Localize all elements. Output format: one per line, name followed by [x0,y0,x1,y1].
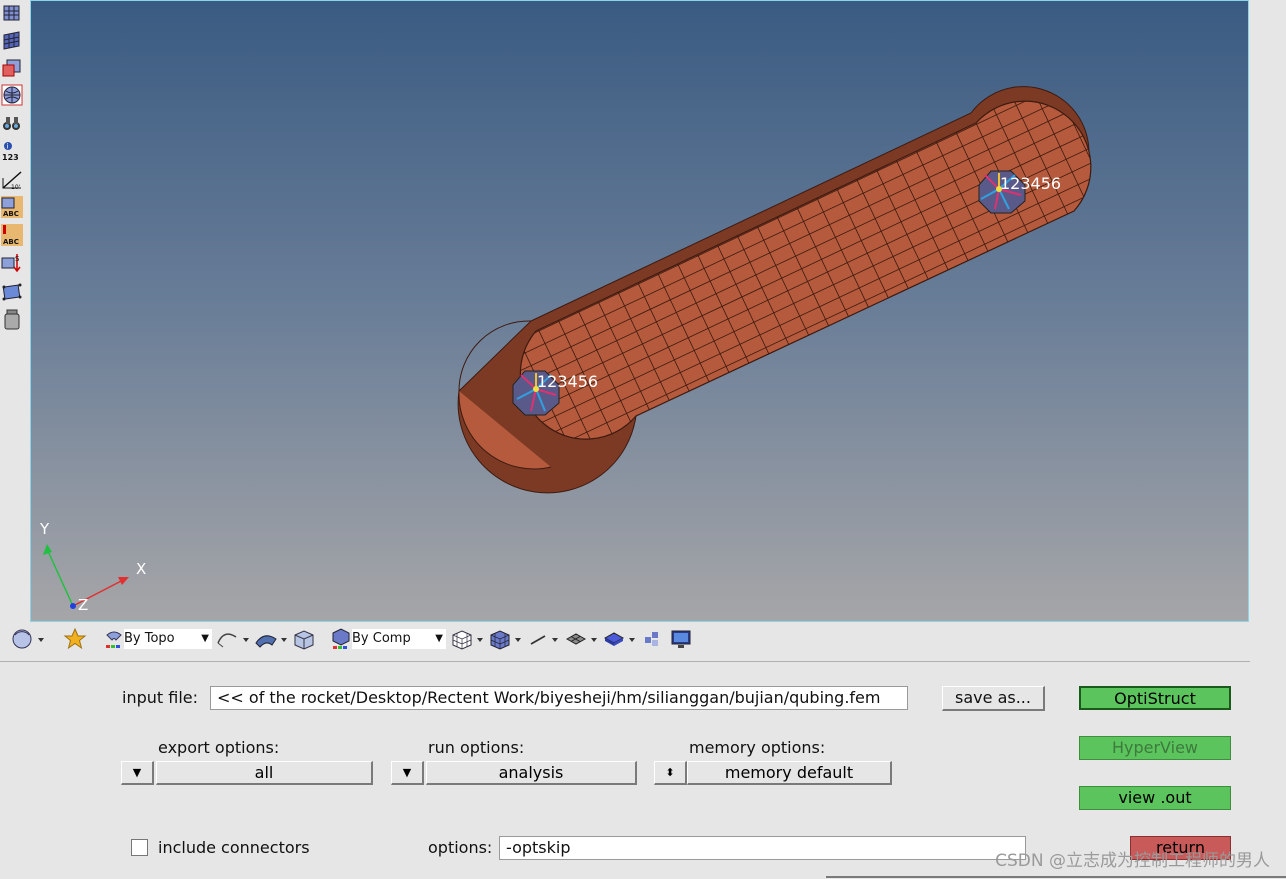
2d-element-icon[interactable] [564,627,602,651]
monitor-icon[interactable] [670,627,692,651]
solid-cube-icon[interactable] [292,627,316,651]
memory-options-label: memory options: [689,738,826,757]
svg-text:10': 10' [11,184,21,190]
mesh-grid-alt-icon[interactable] [1,29,23,51]
dropdown-arrow-icon: ▼ [201,633,209,644]
3d-element-icon[interactable] [602,627,640,651]
comp-color-icon [332,628,350,649]
memory-options-toggle[interactable]: ⬍ [654,761,687,785]
dropdown-arrow-icon: ▼ [435,633,443,644]
shaded-mesh-cube-icon[interactable] [488,627,526,651]
svg-text:ABC: ABC [3,210,19,218]
include-connectors-checkbox[interactable] [131,839,148,856]
topo-color-dropdown-label: By Topo [124,631,175,646]
topo-color-dropdown[interactable]: By Topo ▼ [124,629,212,649]
run-options-toggle[interactable]: ▼ [391,761,424,785]
weight-icon[interactable] [1,308,23,330]
axis-label-x: X [136,560,146,578]
svg-text:i: i [7,143,9,151]
graphics-viewport[interactable]: 123456 123456 Y X Z [30,0,1249,622]
view-out-button[interactable]: view .out [1079,786,1231,810]
topo-color-icon [106,631,122,648]
wireframe-cube-icon[interactable] [450,627,488,651]
comp-color-dropdown[interactable]: By Comp ▼ [352,629,446,649]
ruler-icon[interactable]: 10' [1,168,23,190]
options-label: options: [428,838,493,857]
surface-style-icon[interactable] [253,627,291,651]
element-cut-icon[interactable] [1,57,23,79]
node-label-left: 123456 [537,372,598,391]
model-canvas[interactable]: 123456 123456 Y X Z [31,1,1249,622]
numbering-icon[interactable]: S [1,252,23,274]
geometry-style-icon[interactable] [215,627,253,651]
hyperview-button[interactable]: HyperView [1079,736,1231,760]
binoculars-icon[interactable] [1,112,23,134]
favorite-star-icon[interactable] [62,627,88,651]
triangle-down-icon: ▼ [132,766,142,779]
up-down-arrows-icon: ⬍ [665,766,675,779]
info-123-icon[interactable]: i 123 [1,140,23,162]
rotate-view-icon[interactable] [2,627,48,651]
abc-label-icon[interactable]: ABC [1,196,23,218]
panel-separator [0,661,1250,662]
axis-label-z: Z [78,596,88,614]
include-connectors-label: include connectors [158,838,310,857]
svg-text:S: S [15,255,20,263]
sphere-grid-icon[interactable] [1,84,23,106]
mesh-grid-icon[interactable] [1,2,23,24]
rectangle-icon[interactable] [1,281,23,303]
save-as-button[interactable]: save as... [942,686,1045,711]
triangle-down-icon: ▼ [402,766,412,779]
run-options-label: run options: [428,738,525,757]
axis-label-y: Y [39,520,50,538]
export-options-value[interactable]: all [156,761,373,785]
input-file-field[interactable]: << of the rocket/Desktop/Rectent Work/bi… [210,686,908,710]
input-file-label: input file: [122,688,198,707]
axis-triad: Y X Z [39,520,146,614]
memory-options-value[interactable]: memory default [687,761,892,785]
export-options-label: export options: [158,738,280,757]
watermark: CSDN @立志成为控制工程师的男人 [995,851,1270,871]
export-options-toggle[interactable]: ▼ [121,761,154,785]
svg-text:123: 123 [2,153,19,162]
optistruct-button[interactable]: OptiStruct [1079,686,1231,710]
node-label-right: 123456 [1000,174,1061,193]
comp-color-dropdown-label: By Comp [352,631,411,646]
svg-text:ABC: ABC [3,238,19,246]
run-options-value[interactable]: analysis [426,761,637,785]
mask-elements-icon[interactable] [643,627,663,651]
1d-element-icon[interactable] [528,627,564,651]
bottom-rule [826,876,1286,878]
abc-warning-icon[interactable]: ABC [1,224,23,246]
options-field[interactable]: -optskip [499,836,1026,860]
left-toolbar: i 123 10' ABC ABC S [0,0,30,622]
visualization-toolbar: By Topo ▼ By Comp ▼ [0,624,1286,654]
